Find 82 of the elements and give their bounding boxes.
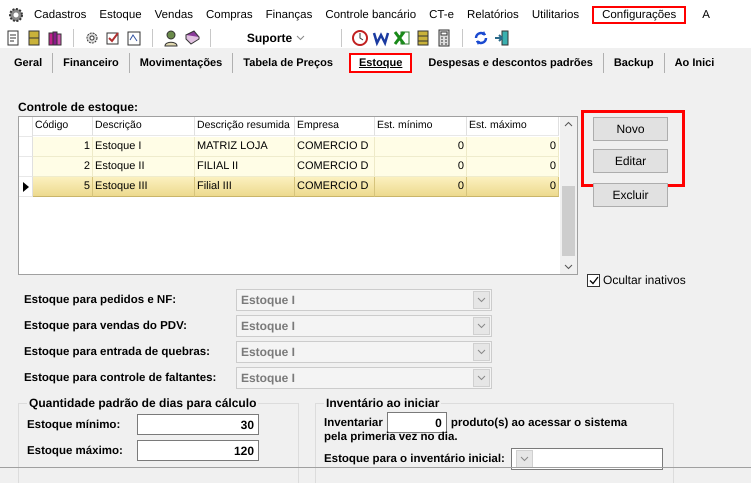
menu-item[interactable]: CT-e: [423, 6, 460, 24]
menu-item[interactable]: Vendas: [148, 6, 199, 24]
menu-item[interactable]: Estoque: [93, 6, 148, 24]
menu-item[interactable]: Cadastros: [28, 6, 92, 24]
menu-item[interactable]: Compras: [200, 6, 259, 24]
row-header-cell: [19, 117, 33, 138]
field-label: Inventariar: [324, 416, 383, 429]
checkbox[interactable]: [587, 274, 600, 287]
chevron-down-icon: [477, 297, 486, 304]
table-cell: MATRIZ LOJA: [195, 137, 295, 158]
tab[interactable]: Movimentações: [130, 52, 232, 73]
menu-item[interactable]: Finanças: [260, 6, 318, 24]
tab[interactable]: Geral: [4, 52, 52, 73]
field-label: Estoque para entrada de quebras:: [24, 346, 211, 358]
table-cell: COMERCIO D: [295, 157, 375, 178]
menu-item[interactable]: Controle bancário: [319, 6, 422, 24]
column-header[interactable]: Empresa: [295, 117, 375, 136]
tab[interactable]: Despesas e descontos padrões: [418, 52, 603, 73]
dialog-button[interactable]: Novo: [593, 117, 668, 142]
field-label: Estoque para vendas do PDV:: [24, 320, 188, 332]
clock-icon[interactable]: [351, 28, 369, 47]
table-cell: COMERCIO D: [295, 137, 375, 158]
chevron-down-icon: [477, 349, 486, 356]
support-dropdown[interactable]: Suporte: [220, 30, 332, 45]
number-field[interactable]: 30: [137, 414, 259, 436]
menu-item[interactable]: Configurações: [592, 6, 686, 24]
field-text: pela primeria vez no dia.: [324, 431, 459, 444]
table-cell: Estoque I: [93, 137, 195, 158]
tab[interactable]: Estoque: [348, 52, 412, 73]
column-header[interactable]: Est. mínimo: [375, 117, 467, 136]
table-cell: 0: [467, 157, 559, 178]
tab[interactable]: Ao Inici: [664, 52, 724, 73]
books-icon[interactable]: [46, 28, 64, 47]
table-cell: 2: [33, 157, 93, 178]
refresh-icon[interactable]: [472, 28, 490, 47]
column-header[interactable]: Descrição resumida: [195, 117, 295, 136]
tab[interactable]: Financeiro: [53, 52, 129, 73]
chevron-down-icon: [296, 34, 306, 41]
row-pointer-icon: [22, 182, 28, 192]
table-cell: 5: [33, 177, 93, 198]
table-cell: 0: [375, 177, 467, 198]
table-cell: COMERCIO D: [295, 177, 375, 198]
field-label: Estoque para pedidos e NF:: [24, 294, 178, 306]
group-title: Quantidade padrão de dias para cálculo: [27, 396, 258, 410]
exit-door-icon[interactable]: [493, 28, 511, 47]
chevron-down-icon: [520, 456, 529, 462]
group-title: Inventário ao iniciar: [324, 396, 442, 410]
person-icon[interactable]: [162, 28, 180, 47]
menu-item[interactable]: Utilitarios: [526, 6, 586, 24]
field-label: Estoque para o inventário inicial:: [324, 453, 505, 466]
field-label: Estoque máximo:: [27, 444, 124, 457]
checkmark-icon: [588, 276, 598, 285]
table-cell: Filial III: [195, 177, 295, 198]
field-label: Estoque para controle de faltantes:: [24, 372, 218, 384]
scrollbar[interactable]: [560, 117, 577, 274]
column-header[interactable]: Descrição: [93, 117, 195, 136]
gear-icon[interactable]: [8, 6, 24, 23]
dialog-button[interactable]: Editar: [593, 149, 668, 174]
tab[interactable]: Backup: [604, 52, 664, 73]
column-header[interactable]: Código: [33, 117, 93, 136]
cross-icon[interactable]: [393, 28, 411, 47]
table-cell: 0: [467, 177, 559, 198]
table-cell: 0: [375, 157, 467, 178]
column-header[interactable]: Est. máximo: [467, 117, 559, 136]
dialog-button[interactable]: Excluir: [593, 183, 668, 208]
number-field[interactable]: 120: [137, 440, 259, 462]
field-label: Estoque mínimo:: [27, 418, 122, 431]
checkbox-label: Ocultar inativos: [603, 273, 686, 288]
menu-item[interactable]: Relatórios: [461, 6, 525, 24]
table-cell: Estoque II: [93, 157, 195, 178]
table-cell: FILIAL II: [195, 157, 295, 178]
section-title: Controle de estoque:: [18, 100, 140, 116]
chevron-down-icon: [477, 323, 486, 330]
field-text: produto(s) ao acessar o sistema: [450, 416, 628, 429]
table-cell: 0: [375, 137, 467, 158]
table-cell: 1: [33, 137, 93, 158]
table-cell: 0: [467, 137, 559, 158]
inventory-select[interactable]: [510, 448, 663, 470]
tab[interactable]: Tabela de Preços: [233, 52, 343, 73]
menu-item[interactable]: A: [696, 6, 716, 24]
chevron-down-icon: [477, 375, 486, 382]
table-cell: Estoque III: [93, 177, 195, 198]
